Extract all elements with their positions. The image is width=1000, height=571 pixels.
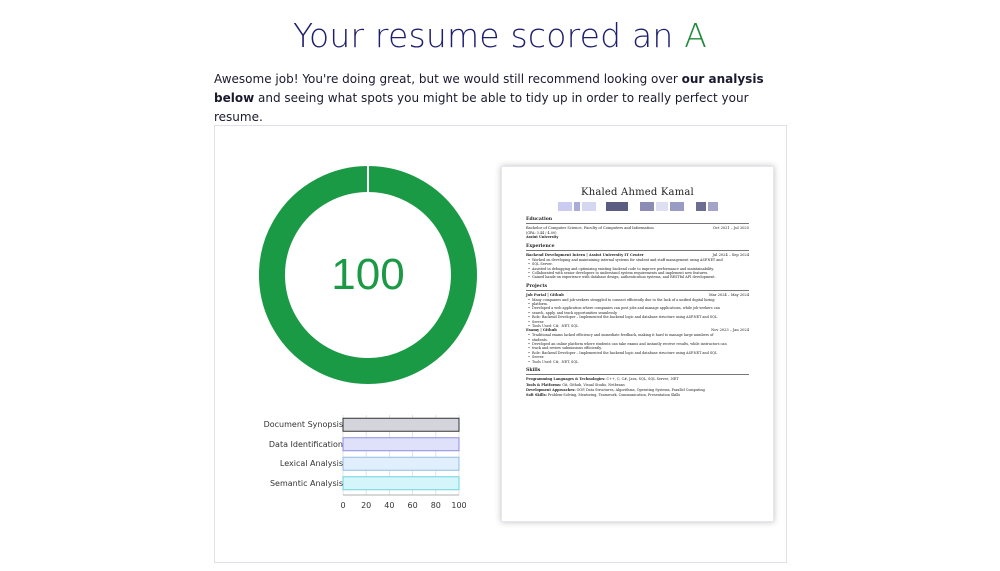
bar-semantic-analysis [342, 476, 460, 491]
grade-letter: A [684, 16, 708, 55]
resume-degree-row: Bachelor of Computer Science, Faculty of… [526, 226, 749, 231]
x-tick-label: 80 [430, 501, 441, 510]
resume-skill-label: Programming Languages & Technologies: [526, 377, 606, 382]
intro-text-before: Awesome job! You're doing great, but we … [214, 72, 682, 86]
redacted-block [605, 202, 628, 211]
resume-skill-line: Soft Skills: Problem-Solving, Mentoring,… [526, 393, 749, 398]
redacted-block [655, 202, 668, 211]
resume-section-skills: Skills [526, 368, 749, 376]
resume-bullet: Tools Used: C#, .NET, SQL [528, 360, 749, 365]
resume-project-bullets: Many companies and job-seekers struggled… [526, 298, 749, 329]
x-tick-label: 60 [407, 501, 418, 510]
x-tick-label: 0 [340, 501, 346, 510]
resume-skill-value: Problem-Solving, Mentoring, Teamwork, Co… [546, 393, 681, 398]
redacted-block [597, 202, 604, 211]
resume-section-projects: Projects [526, 284, 749, 291]
intro-text-after: and seeing what spots you might be able … [214, 91, 749, 124]
resume-bullet: Tools Used: C#, .NET, SQL [528, 324, 749, 329]
x-tick-label: 100 [451, 501, 467, 510]
analysis-bar-chart-plot [342, 415, 460, 496]
resume-school: Assiut University [526, 235, 559, 240]
resume-projects: Job Portal | GithubMar 2024 – May 2024Ma… [526, 293, 749, 365]
score-value: 100 [331, 250, 405, 299]
headline-text: Your resume scored an [292, 16, 685, 55]
resume-skill-label: Soft Skills: [526, 393, 547, 398]
redacted-block [573, 202, 580, 211]
bar-label: Semantic Analysis [269, 478, 343, 488]
analysis-bar-chart: Document Synopsis Data Identification Lexi… [215, 411, 515, 551]
resume-project-bullets: Traditional exams lacked efficiency and … [526, 333, 749, 364]
resume-experience-bullets: Worked on developing and maintaining int… [526, 258, 749, 280]
redacted-block [639, 202, 654, 211]
bar-data-identification [342, 437, 460, 452]
bar-label: Document Synopsis [263, 420, 343, 430]
redacted-block [557, 202, 572, 211]
resume-name: Khaled Ahmed Kamal [581, 187, 694, 198]
redacted-block [669, 202, 684, 211]
bar-label: Lexical Analysis [279, 459, 343, 469]
resume-bullet: Gained hands-on experience with database… [528, 275, 749, 280]
resume-section-education: Education [526, 217, 749, 224]
resume-skills: Programming Languages & Technologies: C+… [526, 377, 749, 399]
analysis-panel: 100 Document Synopsis Data Identification… [214, 125, 787, 563]
redacted-block [629, 202, 638, 211]
resume-preview[interactable]: Khaled Ahmed Kamal Education Bachelor of… [501, 166, 774, 522]
resume-skill-value: Git, Github, Visual Studio, Netbeans [561, 382, 625, 387]
bar-lexical-analysis [342, 456, 460, 471]
redacted-block [707, 202, 718, 211]
x-tick-label: 20 [361, 501, 372, 510]
resume-degree-dates: Oct 2021 – Jul 2025 [713, 226, 749, 230]
resume-skill-label: Tools & Platforms: [526, 382, 562, 387]
redacted-block [581, 202, 596, 211]
bar-label: Data Identification [268, 439, 343, 449]
x-tick-label: 40 [384, 501, 395, 510]
page-title: Your resume scored an A [0, 16, 1000, 55]
resume-section-experience: Experience [526, 244, 749, 251]
bar-document-synopsis [342, 417, 460, 432]
resume-skill-value: OOP, Data Structures, Algorithms, Operat… [575, 387, 705, 392]
resume-skill-value: C++, C, C#, Java, SQL, SQL Server, .NET [605, 377, 679, 382]
resume-skill-label: Development Approaches: [526, 387, 576, 392]
redacted-block [695, 202, 706, 211]
resume-contact-redacted [526, 202, 749, 211]
intro-paragraph: Awesome job! You're doing great, but we … [214, 70, 794, 127]
redacted-block [685, 202, 694, 211]
